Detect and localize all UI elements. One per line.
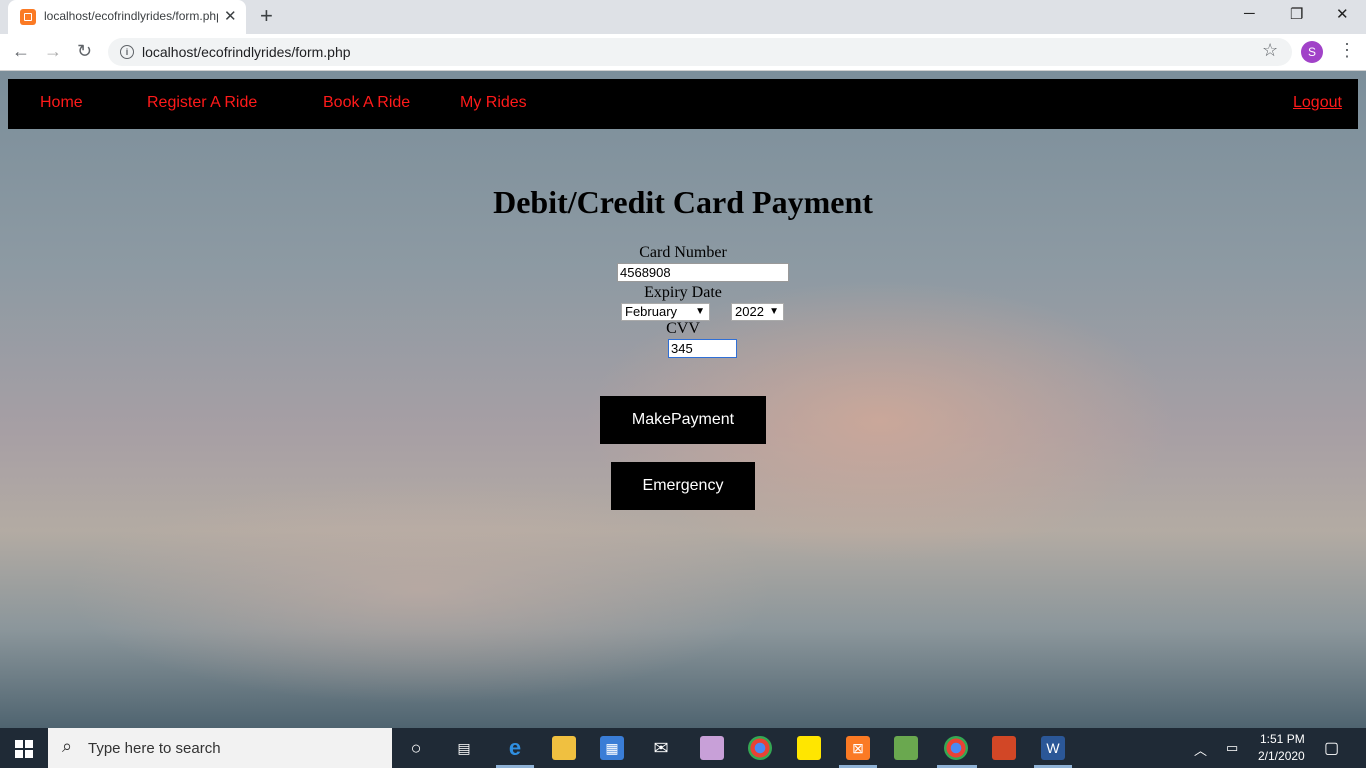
search-placeholder: Type here to search: [88, 740, 221, 757]
close-icon[interactable]: ✕: [224, 7, 237, 25]
dropdown-arrow-icon: ▼: [695, 306, 705, 317]
clock-time[interactable]: 1:51 PM: [1260, 732, 1305, 746]
word-icon[interactable]: W: [1041, 736, 1065, 760]
emergency-button[interactable]: Emergency: [611, 462, 755, 510]
nav-register-ride[interactable]: Register A Ride: [147, 94, 257, 112]
star-icon[interactable]: ☆: [1262, 40, 1278, 61]
profile-avatar[interactable]: S: [1301, 41, 1323, 63]
notification-icon[interactable]: ▢: [1324, 738, 1339, 758]
nav-my-rides[interactable]: My Rides: [460, 94, 527, 112]
tray-chevron-icon[interactable]: ︿: [1194, 740, 1207, 759]
minimize-icon[interactable]: ─: [1244, 5, 1255, 22]
card-number-input[interactable]: [617, 263, 789, 282]
browser-toolbar: ← → ↻ i localhost/ecofrindlyrides/form.p…: [0, 34, 1366, 71]
address-bar[interactable]: i localhost/ecofrindlyrides/form.php ☆: [108, 38, 1292, 66]
windows-taskbar: ⌕ Type here to search ○ ▤ e ▦ ✉ ⊠ W ︿ ▭ …: [0, 728, 1366, 768]
forward-icon[interactable]: →: [44, 41, 62, 62]
mail-icon[interactable]: ✉: [649, 736, 673, 760]
file-explorer-icon[interactable]: [552, 736, 576, 760]
reload-icon[interactable]: ↻: [77, 41, 92, 62]
expiry-year-value: 2022: [735, 304, 764, 319]
make-payment-button[interactable]: MakePayment: [600, 396, 766, 444]
chrome-profile-icon[interactable]: [944, 736, 968, 760]
xampp-icon[interactable]: ⊠: [846, 736, 870, 760]
paint-icon[interactable]: [700, 736, 724, 760]
info-icon[interactable]: i: [120, 45, 134, 59]
powerpoint-icon[interactable]: [992, 736, 1016, 760]
task-view-icon[interactable]: ▤: [452, 736, 476, 760]
card-number-label: Card Number: [639, 244, 727, 261]
tab-title: localhost/ecofrindlyrides/form.php: [44, 9, 218, 23]
back-icon[interactable]: ←: [12, 41, 30, 62]
window-close-icon[interactable]: ✕: [1336, 5, 1349, 23]
chrome-icon[interactable]: [748, 736, 772, 760]
cortana-icon[interactable]: ○: [404, 736, 428, 760]
expiry-year-select[interactable]: 2022 ▼: [731, 303, 784, 321]
page-title: Debit/Credit Card Payment: [493, 184, 873, 220]
url-text[interactable]: localhost/ecofrindlyrides/form.php: [142, 44, 351, 60]
sticky-notes-icon[interactable]: [797, 736, 821, 760]
nav-home[interactable]: Home: [40, 94, 83, 112]
nav-book-ride[interactable]: Book A Ride: [323, 94, 410, 112]
browser-tab[interactable]: localhost/ecofrindlyrides/form.php ✕: [8, 0, 246, 34]
search-icon: ⌕: [62, 736, 73, 756]
cvv-input[interactable]: [668, 339, 737, 358]
edge-icon[interactable]: e: [503, 736, 527, 760]
favicon-icon: [20, 9, 36, 25]
taskbar-search-box[interactable]: ⌕ Type here to search: [48, 728, 392, 768]
dropdown-arrow-icon: ▼: [769, 306, 779, 317]
nav-logout[interactable]: Logout: [1293, 94, 1342, 112]
store-icon[interactable]: ▦: [600, 736, 624, 760]
restore-icon[interactable]: ❐: [1290, 5, 1303, 23]
expiry-month-value: February: [625, 304, 678, 319]
cvv-label: CVV: [666, 320, 700, 337]
page-viewport: Home Register A Ride Book A Ride My Ride…: [0, 71, 1366, 728]
menu-icon[interactable]: ⋮: [1338, 40, 1356, 61]
battery-icon[interactable]: ▭: [1226, 740, 1238, 756]
browser-tab-strip: localhost/ecofrindlyrides/form.php ✕ + ─…: [0, 0, 1366, 34]
windows-start-icon[interactable]: [15, 740, 33, 758]
expiry-month-select[interactable]: February ▼: [621, 303, 710, 321]
plus-icon[interactable]: +: [260, 3, 273, 29]
clock-date[interactable]: 2/1/2020: [1258, 749, 1305, 763]
site-navbar: Home Register A Ride Book A Ride My Ride…: [8, 79, 1358, 129]
project-icon[interactable]: [894, 736, 918, 760]
expiry-date-label: Expiry Date: [644, 284, 722, 301]
